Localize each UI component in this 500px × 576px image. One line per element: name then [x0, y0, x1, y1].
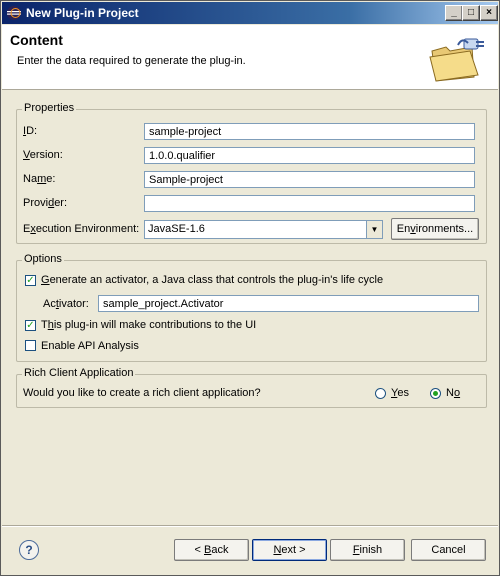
- maximize-button[interactable]: □: [462, 5, 480, 21]
- id-label: ID:: [23, 125, 38, 137]
- rich-client-yes-radio[interactable]: [375, 388, 386, 399]
- generate-activator-label: Generate an activator, a Java class that…: [41, 274, 384, 286]
- name-field[interactable]: Sample-project: [144, 171, 475, 188]
- environments-button[interactable]: Environments...: [391, 218, 479, 240]
- plugin-folder-icon: [429, 38, 484, 82]
- rich-client-yes-label: Yes: [391, 387, 409, 399]
- activator-label: Activator:: [43, 298, 89, 310]
- name-label: Name:: [23, 173, 56, 185]
- ui-contributions-label: This plug-in will make contributions to …: [41, 319, 257, 331]
- title-bar[interactable]: New Plug-in Project _ □ ×: [2, 2, 498, 24]
- properties-group: Properties ID: sample-project Version: 1…: [16, 102, 487, 244]
- footer-separator: [2, 525, 498, 527]
- rich-client-group: Rich Client Application Would you like t…: [16, 367, 487, 408]
- eclipse-icon: [7, 6, 21, 20]
- version-label: Version:: [23, 149, 63, 161]
- page-title: Content: [10, 32, 63, 48]
- api-analysis-label: Enable API Analysis: [41, 340, 139, 352]
- new-plugin-project-dialog: New Plug-in Project _ □ × Content Enter …: [0, 0, 500, 576]
- execution-environment-select[interactable]: JavaSE-1.6 ▼: [144, 220, 383, 239]
- properties-legend: Properties: [22, 102, 77, 114]
- minimize-button[interactable]: _: [445, 5, 463, 21]
- generate-activator-checkbox[interactable]: ✓: [25, 275, 36, 286]
- page-description: Enter the data required to generate the …: [17, 55, 246, 67]
- activator-field[interactable]: sample_project.Activator: [98, 295, 479, 312]
- selected-dot-icon: [433, 391, 438, 396]
- close-button[interactable]: ×: [480, 5, 498, 21]
- finish-button[interactable]: Finish: [330, 539, 405, 561]
- rich-client-question: Would you like to create a rich client a…: [23, 387, 261, 399]
- version-field[interactable]: 1.0.0.qualifier: [144, 147, 475, 164]
- back-button[interactable]: < Back: [174, 539, 249, 561]
- help-icon[interactable]: ?: [19, 540, 39, 560]
- provider-field[interactable]: [144, 195, 475, 212]
- wizard-header: Content Enter the data required to gener…: [2, 25, 498, 90]
- provider-label: Provider:: [23, 197, 68, 209]
- window-title: New Plug-in Project: [26, 6, 139, 20]
- rich-client-no-label: No: [446, 387, 461, 399]
- execution-environment-label: Execution Environment:: [23, 223, 140, 235]
- options-legend: Options: [22, 253, 64, 265]
- api-analysis-checkbox[interactable]: [25, 340, 36, 351]
- rich-client-no-radio[interactable]: [430, 388, 441, 399]
- ui-contributions-checkbox[interactable]: ✓: [25, 320, 36, 331]
- rich-client-legend: Rich Client Application: [22, 367, 136, 379]
- execution-environment-value: JavaSE-1.6: [148, 223, 205, 235]
- chevron-down-icon[interactable]: ▼: [366, 221, 382, 238]
- next-button[interactable]: Next >: [252, 539, 327, 561]
- options-group: Options ✓ Generate an activator, a Java …: [16, 253, 487, 362]
- cancel-button[interactable]: Cancel: [411, 539, 486, 561]
- id-field[interactable]: sample-project: [144, 123, 475, 140]
